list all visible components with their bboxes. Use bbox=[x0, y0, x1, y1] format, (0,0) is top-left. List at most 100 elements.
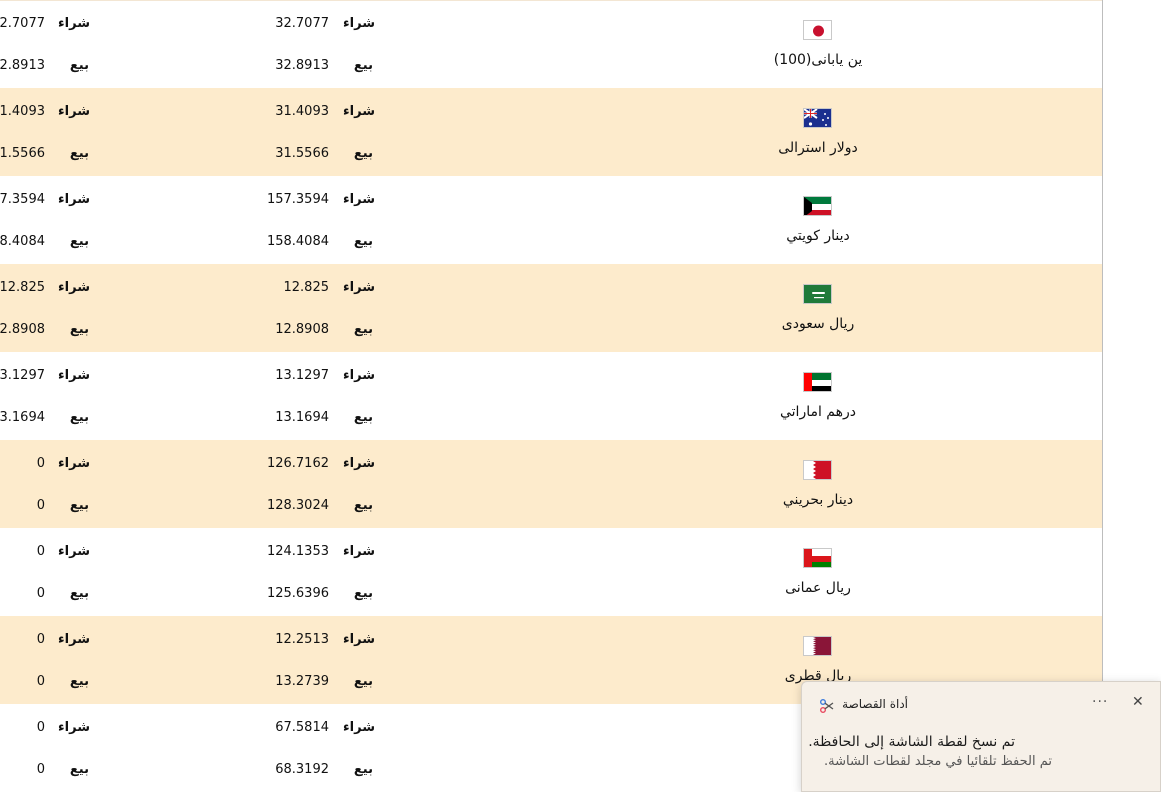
currency-name: دولار استرالى bbox=[778, 140, 858, 156]
flag-bh-icon bbox=[803, 460, 832, 480]
buy-label: شراء bbox=[58, 632, 90, 647]
buy-label: شراء bbox=[343, 632, 375, 647]
sell-value: 0 bbox=[36, 498, 45, 513]
exchange-rates-table: 32.7077 شراء 32.8913 بيع 32.7077 شراء 32.8913 ب… bbox=[0, 0, 1102, 792]
buy-value: 32.7077 bbox=[0, 16, 45, 31]
buy-value: 67.5814 bbox=[275, 720, 329, 735]
buy-value: 124.1353 bbox=[266, 544, 329, 559]
currency-name: دينار بحريني bbox=[782, 492, 854, 508]
sell-label: بيع bbox=[353, 146, 373, 161]
sell-value: 12.8908 bbox=[0, 322, 45, 337]
buy-label: شراء bbox=[58, 192, 90, 207]
sell-value: 32.8913 bbox=[0, 58, 45, 73]
sell-value: 0 bbox=[36, 674, 45, 689]
buy-value: 126.7162 bbox=[266, 456, 329, 471]
buy-value: 13.1297 bbox=[0, 368, 45, 383]
currency-name: ريال سعودى bbox=[781, 316, 855, 332]
buy-label: شراء bbox=[343, 456, 375, 471]
flag-au-icon bbox=[803, 108, 832, 128]
currency-name: ريال عمانى bbox=[785, 580, 851, 596]
buy-value: 0 bbox=[36, 632, 45, 647]
buy-label: شراء bbox=[58, 544, 90, 559]
table-row: 32.7077 شراء 32.8913 بيع 32.7077 شراء 32.8913 ب… bbox=[0, 0, 1102, 88]
sell-label: بيع bbox=[69, 146, 89, 161]
sell-label: بيع bbox=[353, 410, 373, 425]
buy-value: 31.4093 bbox=[275, 104, 329, 119]
buy-label: شراء bbox=[343, 192, 375, 207]
sell-label: بيع bbox=[69, 674, 89, 689]
buy-value: 0 bbox=[36, 720, 45, 735]
more-options-icon[interactable]: ··· bbox=[1092, 694, 1108, 710]
buy-value: 12.825 bbox=[0, 280, 45, 295]
buy-value: 12.2513 bbox=[275, 632, 329, 647]
sell-value: 13.1694 bbox=[275, 410, 329, 425]
buy-value: 12.825 bbox=[283, 280, 330, 295]
sell-value: 125.6396 bbox=[266, 586, 329, 601]
buy-label: شراء bbox=[58, 368, 90, 383]
sell-value: 31.5566 bbox=[0, 146, 45, 161]
sell-value: 0 bbox=[36, 762, 45, 777]
buy-value: 32.7077 bbox=[275, 16, 329, 31]
sell-label: بيع bbox=[69, 58, 89, 73]
table-row: 0 شراء 0 بيع 126.7162 شراء 128.3024 بيع دينار بح… bbox=[0, 440, 1102, 528]
flag-kw-icon bbox=[803, 196, 832, 216]
flag-ae-icon bbox=[803, 372, 832, 392]
currency-name: درهم اماراتي bbox=[779, 404, 856, 420]
sell-label: بيع bbox=[353, 586, 373, 601]
buy-label: شراء bbox=[343, 104, 375, 119]
buy-label: شراء bbox=[343, 16, 375, 31]
sell-label: بيع bbox=[353, 762, 373, 777]
sell-value: 158.4084 bbox=[266, 234, 329, 249]
top-divider bbox=[0, 0, 1102, 1]
table-row: 157.3594 شراء 158.4084 بيع 157.3594 شراء 158.4… bbox=[0, 176, 1102, 264]
flag-jp-icon bbox=[803, 20, 832, 40]
sell-label: بيع bbox=[69, 322, 89, 337]
buy-value: 0 bbox=[36, 544, 45, 559]
buy-value: 13.1297 bbox=[275, 368, 329, 383]
buy-value: 157.3594 bbox=[266, 192, 329, 207]
sell-value: 68.3192 bbox=[275, 762, 329, 777]
sell-label: بيع bbox=[353, 234, 373, 249]
scissors-icon bbox=[820, 699, 834, 713]
buy-value: 157.3594 bbox=[0, 192, 45, 207]
buy-label: شراء bbox=[58, 280, 90, 295]
notification-detail: تم الحفظ تلقائيا في مجلد لقطات الشاشة. bbox=[824, 754, 1052, 769]
sell-label: بيع bbox=[353, 674, 373, 689]
table-row: 12.825 شراء 12.8908 بيع 12.825 شراء 12.8908 بيع… bbox=[0, 264, 1102, 352]
sell-label: بيع bbox=[353, 498, 373, 513]
currency-name: ين يابانى(100) bbox=[773, 52, 863, 68]
buy-value: 0 bbox=[36, 456, 45, 471]
notification-app-name: أداة القصاصة bbox=[842, 697, 908, 711]
flag-sa-icon bbox=[803, 284, 832, 304]
sell-value: 158.4084 bbox=[0, 234, 45, 249]
buy-label: شراء bbox=[343, 544, 375, 559]
flag-qa-icon bbox=[803, 636, 832, 656]
buy-value: 31.4093 bbox=[0, 104, 45, 119]
buy-label: شراء bbox=[58, 720, 90, 735]
buy-label: شراء bbox=[343, 720, 375, 735]
flag-om-icon bbox=[803, 548, 832, 568]
sell-value: 13.2739 bbox=[275, 674, 329, 689]
table-row: 13.1297 شراء 13.1694 بيع 13.1297 شراء 13.1694 ب… bbox=[0, 352, 1102, 440]
buy-label: شراء bbox=[58, 456, 90, 471]
notification-message: تم نسخ لقطة الشاشة إلى الحافظة. bbox=[808, 734, 1015, 750]
sell-label: بيع bbox=[69, 410, 89, 425]
right-divider bbox=[1102, 0, 1103, 792]
close-icon[interactable]: ✕ bbox=[1132, 694, 1144, 710]
sell-value: 12.8908 bbox=[275, 322, 329, 337]
sell-label: بيع bbox=[353, 322, 373, 337]
table-row: 0 شراء 0 بيع 124.1353 شراء 125.6396 بيع ريال عما… bbox=[0, 528, 1102, 616]
sell-value: 13.1694 bbox=[0, 410, 45, 425]
sell-value: 128.3024 bbox=[266, 498, 329, 513]
snipping-tool-notification[interactable]: أداة القصاصة ··· ✕ تم نسخ لقطة الشاشة إل… bbox=[801, 681, 1161, 792]
buy-label: شراء bbox=[58, 104, 90, 119]
sell-value: 31.5566 bbox=[275, 146, 329, 161]
sell-label: بيع bbox=[69, 586, 89, 601]
sell-value: 32.8913 bbox=[275, 58, 329, 73]
sell-label: بيع bbox=[353, 58, 373, 73]
currency-name: دينار كويتي bbox=[786, 228, 850, 244]
buy-label: شراء bbox=[58, 16, 90, 31]
buy-label: شراء bbox=[343, 280, 375, 295]
sell-value: 0 bbox=[36, 586, 45, 601]
sell-label: بيع bbox=[69, 234, 89, 249]
